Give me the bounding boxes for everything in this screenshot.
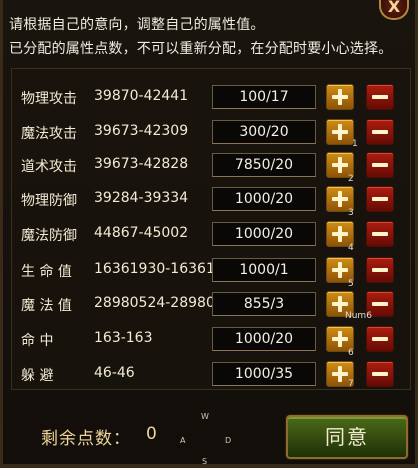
stat-value: 300/20 <box>212 120 316 144</box>
hotkey-hint: 7 <box>348 379 354 389</box>
stat-row-accuracy: 命 中 163-163 1000/20 6 <box>12 326 412 358</box>
stat-range: 46-46 <box>94 365 135 381</box>
frame-border <box>3 464 418 468</box>
stat-row-physical-attack: 物理攻击 39870-42441 100/17 <box>12 84 412 112</box>
hotkey-hint: 1 <box>352 139 358 149</box>
compass-west: A <box>180 436 186 445</box>
plus-icon-stroke <box>338 157 342 173</box>
decrease-magic-attack-button[interactable] <box>366 119 394 145</box>
minus-icon <box>372 268 388 272</box>
plus-icon-stroke <box>338 366 342 382</box>
stat-row-magic-defense: 魔法防御 44867-45002 1000/20 4 <box>12 221 412 253</box>
stat-row-evasion: 躲 避 46-46 1000/35 7 <box>12 361 412 389</box>
stat-row-taoist-attack: 道术攻击 39673-42828 7850/20 2 <box>12 152 412 184</box>
hotkey-hint: Num6 <box>345 311 372 321</box>
decrease-physical-attack-button[interactable] <box>366 84 394 110</box>
compass-north: W <box>201 412 209 421</box>
stat-row-hp: 生 命 值 16361930-16361930 1000/1 5 <box>12 257 412 289</box>
minus-icon <box>372 130 388 134</box>
stat-range: 163-163 <box>94 330 153 346</box>
stat-list: 物理攻击 39870-42441 100/17 魔法攻击 39673-42309… <box>11 68 411 390</box>
stat-label: 生 命 值 <box>21 264 72 280</box>
stat-label: 魔法防御 <box>21 228 77 244</box>
increase-physical-attack-button[interactable] <box>326 84 354 110</box>
stat-value: 1000/20 <box>212 327 316 351</box>
remaining-points-value: 0 <box>146 424 157 444</box>
minus-icon <box>372 302 388 306</box>
minus-icon <box>372 163 388 167</box>
stat-range: 39673-42828 <box>94 156 189 172</box>
stat-range: 39870-42441 <box>94 88 189 104</box>
remaining-points-label: 剩余点数： <box>41 429 131 449</box>
minus-icon <box>372 197 388 201</box>
compass-east: D <box>225 436 232 445</box>
plus-icon-stroke <box>338 331 342 347</box>
plus-icon-stroke <box>338 191 342 207</box>
plus-icon-stroke <box>338 262 342 278</box>
decrease-hp-button[interactable] <box>366 257 394 283</box>
hotkey-hint: 3 <box>348 208 354 218</box>
plus-icon-stroke <box>338 89 342 105</box>
stat-value: 1000/20 <box>212 222 316 246</box>
decrease-evasion-button[interactable] <box>366 361 394 387</box>
decrease-accuracy-button[interactable] <box>366 326 394 352</box>
stat-row-physical-defense: 物理防御 39284-39334 1000/20 3 <box>12 186 412 218</box>
stat-range: 44867-45002 <box>94 225 189 241</box>
confirm-button[interactable]: 同意 <box>286 415 408 459</box>
stat-label: 道术攻击 <box>21 159 77 175</box>
stat-label: 魔 法 值 <box>21 298 72 314</box>
stat-label: 魔法攻击 <box>21 126 77 142</box>
stat-value: 1000/1 <box>212 258 316 282</box>
hotkey-hint: 2 <box>348 174 354 184</box>
decrease-physical-defense-button[interactable] <box>366 186 394 212</box>
increase-magic-attack-button[interactable] <box>326 119 354 145</box>
minus-icon <box>372 337 388 341</box>
stat-range: 39284-39334 <box>94 190 189 206</box>
plus-icon-stroke <box>338 296 342 312</box>
stat-row-magic-attack: 魔法攻击 39673-42309 300/20 1 <box>12 119 412 149</box>
intro-line-1: 请根据自己的意向，调整自己的属性值。 <box>9 17 265 33</box>
stat-range: 39673-42309 <box>94 123 189 139</box>
hotkey-hint: 5 <box>348 279 354 289</box>
minus-icon <box>372 95 388 99</box>
stat-label: 命 中 <box>21 333 54 349</box>
plus-icon-stroke <box>338 226 342 242</box>
attribute-allocation-panel: X 请根据自己的意向，调整自己的属性值。 已分配的属性点数，不可以重新分配，在分… <box>0 0 418 468</box>
stat-value: 100/17 <box>212 85 316 109</box>
stat-label: 躲 避 <box>21 368 54 384</box>
hotkey-hint: 4 <box>348 243 354 253</box>
intro-line-2: 已分配的属性点数，不可以重新分配，在分配时要小心选择。 <box>9 41 393 57</box>
plus-icon-stroke <box>338 124 342 140</box>
stat-label: 物理攻击 <box>21 91 77 107</box>
close-button[interactable]: X <box>379 0 409 20</box>
minus-icon <box>372 372 388 376</box>
stat-value: 7850/20 <box>212 153 316 177</box>
stat-label: 物理防御 <box>21 193 77 209</box>
hotkey-hint: 6 <box>348 348 354 358</box>
stat-value: 1000/35 <box>212 362 316 386</box>
minus-icon <box>372 232 388 236</box>
stat-value: 1000/20 <box>212 187 316 211</box>
decrease-magic-defense-button[interactable] <box>366 221 394 247</box>
stat-value: 855/3 <box>212 292 316 316</box>
decrease-taoist-attack-button[interactable] <box>366 152 394 178</box>
stat-row-mp: 魔 法 值 28980524-28980524 855/3 Num6 <box>12 291 412 321</box>
